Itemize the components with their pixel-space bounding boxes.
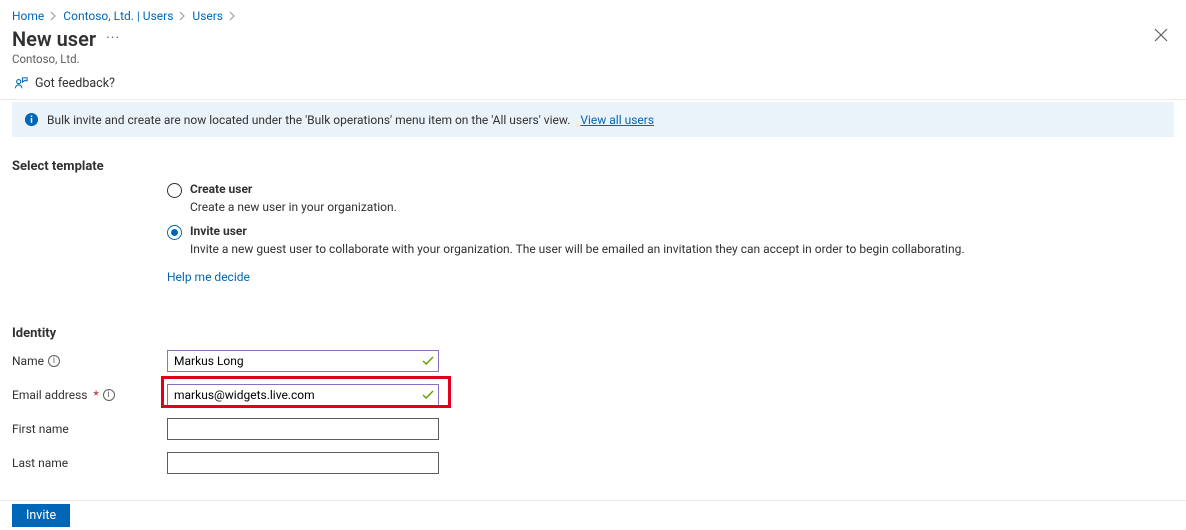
check-icon (422, 355, 434, 369)
help-me-decide-link[interactable]: Help me decide (167, 270, 250, 284)
breadcrumb-home[interactable]: Home (12, 9, 44, 23)
view-all-users-link[interactable]: View all users (580, 113, 654, 127)
close-button[interactable] (1154, 28, 1168, 45)
name-label: Name (12, 354, 44, 368)
radio-create-user-label[interactable]: Create user (190, 182, 252, 196)
last-name-input[interactable] (167, 452, 439, 474)
breadcrumb-users[interactable]: Users (192, 9, 223, 23)
radio-invite-user[interactable] (167, 225, 182, 240)
email-label: Email address (12, 388, 87, 402)
more-actions-button[interactable]: ··· (106, 30, 120, 46)
radio-invite-user-desc: Invite a new guest user to collaborate w… (190, 242, 1174, 256)
chevron-right-icon (229, 11, 236, 21)
identity-heading: Identity (12, 326, 1174, 341)
breadcrumb-org-users[interactable]: Contoso, Ltd. | Users (63, 9, 173, 23)
info-banner: Bulk invite and create are now located u… (12, 102, 1174, 137)
email-info-icon[interactable]: i (103, 389, 115, 401)
radio-invite-user-label[interactable]: Invite user (190, 224, 247, 238)
first-name-label: First name (12, 422, 69, 436)
breadcrumb: Home Contoso, Ltd. | Users Users (0, 0, 1186, 25)
name-input[interactable] (167, 350, 439, 372)
email-input[interactable] (167, 384, 439, 406)
check-icon (422, 389, 434, 403)
first-name-input[interactable] (167, 418, 439, 440)
content-scroll-area[interactable]: Bulk invite and create are now located u… (0, 82, 1186, 502)
page-subtitle: Contoso, Ltd. (0, 52, 1186, 66)
footer-bar: Invite (0, 500, 1186, 530)
required-indicator: * (93, 388, 98, 402)
last-name-label: Last name (12, 456, 68, 470)
chevron-right-icon (179, 11, 186, 21)
select-template-heading: Select template (12, 159, 1174, 174)
chevron-right-icon (50, 11, 57, 21)
invite-button[interactable]: Invite (12, 504, 70, 527)
page-title: New user (12, 27, 96, 51)
info-banner-text: Bulk invite and create are now located u… (47, 113, 570, 127)
radio-create-user-desc: Create a new user in your organization. (190, 200, 1174, 214)
info-icon (24, 112, 39, 127)
close-icon (1154, 28, 1168, 42)
radio-create-user[interactable] (167, 183, 182, 198)
name-info-icon[interactable]: i (48, 355, 60, 367)
